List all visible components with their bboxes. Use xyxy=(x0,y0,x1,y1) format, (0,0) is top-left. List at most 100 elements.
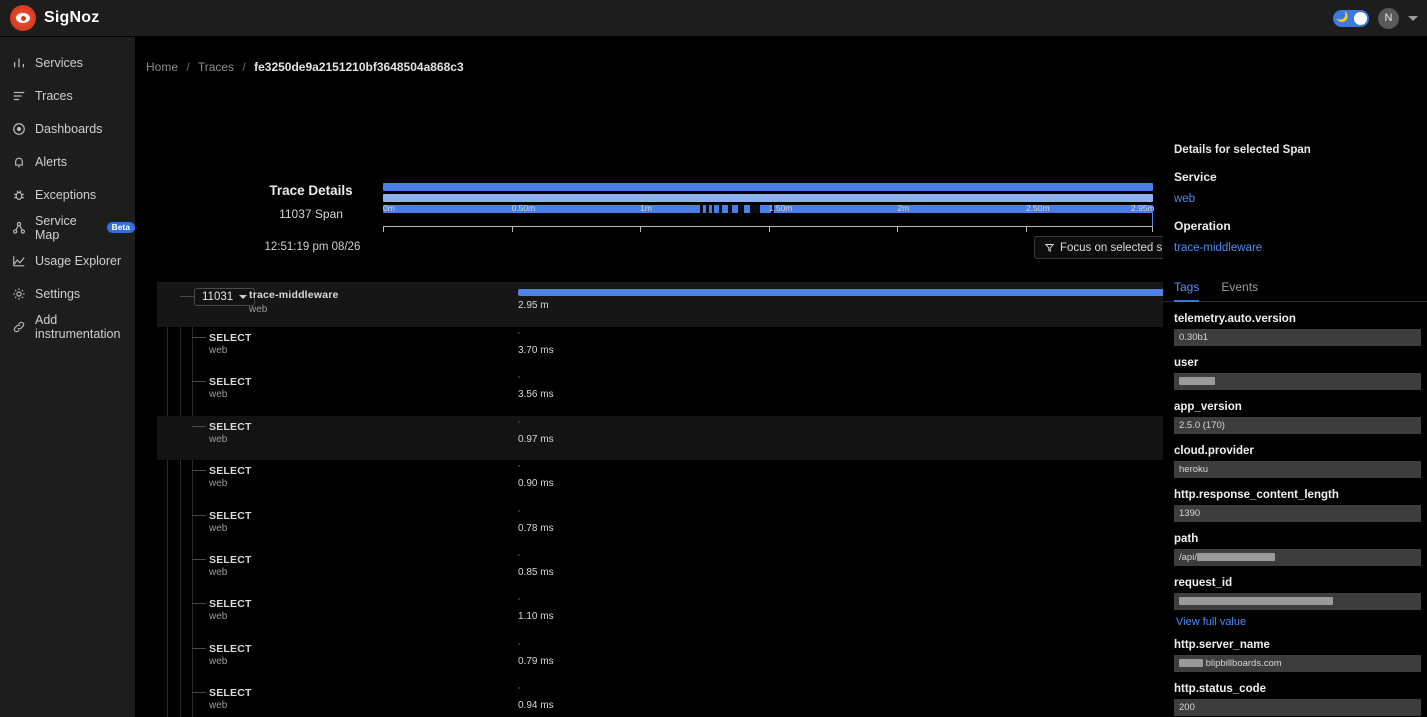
tab-events[interactable]: Events xyxy=(1221,280,1258,301)
avatar[interactable]: N xyxy=(1378,7,1399,29)
bar-chart-icon xyxy=(14,58,24,67)
span-duration-label: 0.97 ms xyxy=(518,433,554,445)
tree-connector xyxy=(192,337,206,338)
tree-connector xyxy=(180,296,194,297)
table-row[interactable]: SELECT web 0.90 ms xyxy=(157,460,1167,504)
brand-logo[interactable]: SigNoz xyxy=(0,5,99,31)
sidebar-item-label: Alerts xyxy=(35,154,67,169)
tree-connector xyxy=(192,425,206,427)
span-operation-name: SELECT xyxy=(209,376,252,389)
axis-tick-label: 2m xyxy=(897,203,910,213)
dark-mode-toggle[interactable]: 🌙 xyxy=(1333,9,1369,27)
tree-connector xyxy=(192,381,206,383)
span-duration-bar[interactable] xyxy=(518,420,520,423)
page-title: Trace Details xyxy=(269,183,353,198)
moon-icon: 🌙 xyxy=(1336,12,1349,23)
sidebar-item-alerts[interactable]: Alerts xyxy=(0,145,135,178)
span-duration-bar[interactable] xyxy=(518,598,520,601)
tag-key: user xyxy=(1174,357,1199,369)
span-duration-label: 0.79 ms xyxy=(518,655,554,667)
sidebar-item-label: Service Map xyxy=(35,213,77,242)
span-service-name: web xyxy=(209,389,228,401)
axis-tick-label: 0m xyxy=(383,203,395,213)
span-duration-bar[interactable] xyxy=(518,509,520,512)
breadcrumb-home[interactable]: Home xyxy=(146,60,178,74)
span-service-name: web xyxy=(209,433,228,445)
sidebar-item-dashboards[interactable]: Dashboards xyxy=(0,112,135,145)
tag-key: http.server_name xyxy=(1174,639,1270,651)
span-duration-bar[interactable] xyxy=(518,376,520,379)
view-full-value-link[interactable]: View full value xyxy=(1163,610,1427,628)
span-id-selector[interactable]: 11031 xyxy=(194,288,256,306)
span-count: 11037 Span xyxy=(279,207,343,221)
table-row[interactable]: SELECT web 0.97 ms xyxy=(157,415,1167,461)
details-heading: Details for selected Span xyxy=(1174,144,1311,156)
span-service-name: web xyxy=(209,700,228,712)
tree-connector xyxy=(192,470,206,472)
top-bar: SigNoz 🌙 N xyxy=(0,0,1427,37)
axis-tick xyxy=(1152,226,1153,232)
span-service-name: web xyxy=(209,522,228,534)
tag-key: path xyxy=(1174,533,1199,545)
axis-tick xyxy=(640,226,642,232)
sidebar: Services Traces Dashboards Alerts Except… xyxy=(0,37,135,717)
sidebar-item-label: Services xyxy=(35,55,83,70)
axis-tick-label: 2.95m xyxy=(1131,203,1155,213)
table-row[interactable]: 11031 trace-middleware web 2.95 m xyxy=(157,282,1167,327)
span-duration-bar[interactable] xyxy=(518,289,1167,296)
trace-start-time: 12:51:19 pm 08/26 xyxy=(264,241,361,253)
table-row[interactable]: SELECT web 3.56 ms xyxy=(157,371,1167,415)
chevron-down-icon[interactable] xyxy=(1408,15,1418,21)
table-row[interactable]: SELECT web 0.79 ms xyxy=(157,638,1167,682)
sidebar-item-service-map[interactable]: Service Map Beta xyxy=(0,211,135,244)
span-duration-bar[interactable] xyxy=(518,332,520,334)
span-operation-name: SELECT xyxy=(209,554,252,566)
toggle-knob xyxy=(1354,11,1367,25)
sidebar-item-add-instrumentation[interactable]: Add instrumentation xyxy=(0,310,135,343)
span-duration-bar[interactable] xyxy=(518,687,520,690)
axis-tick xyxy=(511,226,513,232)
operation-label: Operation xyxy=(1174,219,1231,233)
sidebar-item-label: Usage Explorer xyxy=(35,253,122,268)
span-tags-list: telemetry.auto.version 0.30b1 user app_vers… xyxy=(1163,302,1427,717)
operation-value-link[interactable]: trace-middleware xyxy=(1163,233,1427,254)
tab-tags[interactable]: Tags xyxy=(1174,280,1200,302)
span-id-label: 11031 xyxy=(202,291,234,303)
span-operation-name: SELECT xyxy=(209,465,252,478)
axis-tick-label: 1m xyxy=(640,203,652,213)
service-value-link[interactable]: web xyxy=(1163,184,1427,205)
line-chart-icon xyxy=(13,255,25,266)
span-tree-gantt[interactable]: 11031 trace-middleware web 2.95 m SELECT web 3… xyxy=(157,282,1167,717)
table-row[interactable]: SELECT web 0.85 ms xyxy=(157,549,1167,593)
span-duration-bar[interactable] xyxy=(518,642,520,645)
breadcrumb-trace-id: fe3250de9a2151210bf3648504a868c3 xyxy=(254,60,464,74)
span-service-name: web xyxy=(209,345,228,356)
tree-connector xyxy=(192,603,206,605)
axis-tick xyxy=(768,226,770,232)
tag-key: cloud.provider xyxy=(1174,445,1254,457)
sidebar-item-services[interactable]: Services xyxy=(0,46,135,79)
tag-key: app_version xyxy=(1174,401,1242,413)
brand-name: SigNoz xyxy=(44,9,100,26)
sidebar-item-label: Add instrumentation xyxy=(35,312,121,341)
table-row[interactable]: SELECT web 1.10 ms xyxy=(157,593,1167,637)
table-row[interactable]: SELECT web 3.70 ms xyxy=(157,327,1167,371)
span-duration-bar[interactable] xyxy=(518,465,520,468)
span-operation-name: SELECT xyxy=(209,420,252,433)
table-row[interactable]: SELECT web 0.94 ms xyxy=(157,682,1167,717)
redacted-value xyxy=(1196,553,1275,562)
tag-value xyxy=(1174,373,1421,390)
tag-key: request_id xyxy=(1174,577,1233,589)
sidebar-item-exceptions[interactable]: Exceptions xyxy=(0,178,135,211)
sidebar-item-traces[interactable]: Traces xyxy=(0,79,135,112)
tree-connector xyxy=(192,514,206,516)
breadcrumb-traces[interactable]: Traces xyxy=(198,60,234,74)
sidebar-item-usage-explorer[interactable]: Usage Explorer xyxy=(0,244,135,277)
list-lines-icon xyxy=(13,91,25,100)
span-service-name: web xyxy=(209,478,228,490)
table-row[interactable]: SELECT web 0.78 ms xyxy=(157,505,1167,549)
redacted-value xyxy=(1179,659,1203,668)
redacted-value xyxy=(1179,597,1333,606)
sidebar-item-settings[interactable]: Settings xyxy=(0,277,135,310)
span-duration-bar[interactable] xyxy=(518,554,520,556)
